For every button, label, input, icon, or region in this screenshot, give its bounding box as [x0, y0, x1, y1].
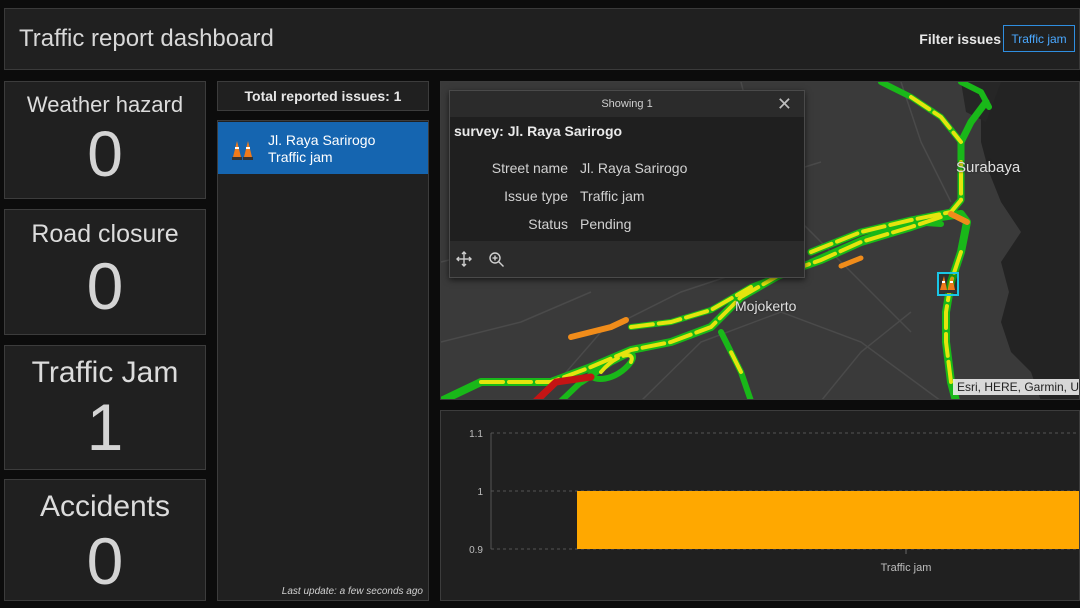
x-tick-label: Traffic jam	[881, 562, 932, 574]
indicator-value: 0	[87, 118, 123, 190]
popup-title: survey: Jl. Raya Sarirogo	[454, 123, 623, 139]
map-attribution: Esri, HERE, Garmin, U	[953, 379, 1079, 395]
field-value: Pending	[580, 216, 632, 232]
indicator-label: Weather hazard	[26, 92, 184, 117]
pan-icon[interactable]	[456, 251, 472, 272]
indicator-value: 0	[86, 249, 124, 323]
field-value: Jl. Raya Sarirogo	[580, 160, 688, 176]
list-header: Total reported issues: 1	[217, 81, 429, 111]
page-title: Traffic report dashboard	[19, 25, 274, 52]
close-icon[interactable]: ✕	[777, 94, 792, 115]
issue-list: Jl. Raya Sarirogo Traffic jam Last updat…	[217, 120, 429, 601]
y-tick-label: 1	[477, 487, 483, 498]
bar-chart: 0.9 1 1.1 Traffic jam	[469, 429, 1079, 574]
popup-body: survey: Jl. Raya Sarirogo Street name Jl…	[450, 117, 804, 241]
list-item-street: Jl. Raya Sarirogo	[268, 132, 376, 148]
indicator-road-closure: Road closure 0	[4, 209, 206, 335]
bar	[577, 491, 1079, 549]
issue-type-chart: 0.9 1 1.1 Traffic jam	[440, 410, 1080, 601]
field-key: Status	[528, 216, 568, 232]
field-key: Issue type	[504, 188, 568, 204]
indicator-label: Traffic Jam	[31, 356, 179, 389]
filter-traffic-jam-button[interactable]: Traffic jam	[1003, 25, 1075, 52]
city-label-mojokerto: Mojokerto	[735, 298, 797, 314]
traffic-issue-marker[interactable]	[937, 272, 959, 296]
indicator-label: Road closure	[31, 220, 179, 248]
popup-showing-count: Showing 1	[601, 98, 653, 110]
popup-header: Showing 1 ✕	[450, 91, 804, 117]
field-key: Street name	[491, 160, 568, 176]
list-item[interactable]: Jl. Raya Sarirogo Traffic jam	[218, 122, 428, 174]
traffic-cone-icon	[232, 139, 256, 166]
traffic-map[interactable]: Surabaya Mojokerto Esri, HERE, Garmin, U…	[440, 81, 1080, 400]
map-popup: Showing 1 ✕ survey: Jl. Raya Sarirogo St…	[449, 90, 805, 278]
filter-label: Filter issues	[919, 31, 1001, 47]
list-item-type: Traffic jam	[268, 149, 333, 165]
city-label-surabaya: Surabaya	[956, 159, 1021, 176]
dashboard-header: Traffic report dashboard Filter issues T…	[4, 8, 1080, 70]
zoom-to-icon[interactable]	[488, 251, 505, 273]
y-tick-label: 0.9	[469, 545, 483, 556]
indicator-traffic-jam: Traffic Jam 1	[4, 345, 206, 470]
indicator-label: Accidents	[39, 490, 171, 523]
traffic-cone-icon	[939, 276, 957, 293]
indicator-accidents: Accidents 0	[4, 479, 206, 601]
indicator-value: 1	[86, 390, 124, 464]
field-value: Traffic jam	[580, 188, 645, 204]
last-update-text: Last update: a few seconds ago	[281, 586, 423, 597]
indicator-value: 0	[86, 524, 124, 598]
popup-toolbar	[450, 243, 804, 277]
indicator-weather-hazard: Weather hazard 0	[4, 81, 206, 199]
y-tick-label: 1.1	[469, 429, 483, 440]
